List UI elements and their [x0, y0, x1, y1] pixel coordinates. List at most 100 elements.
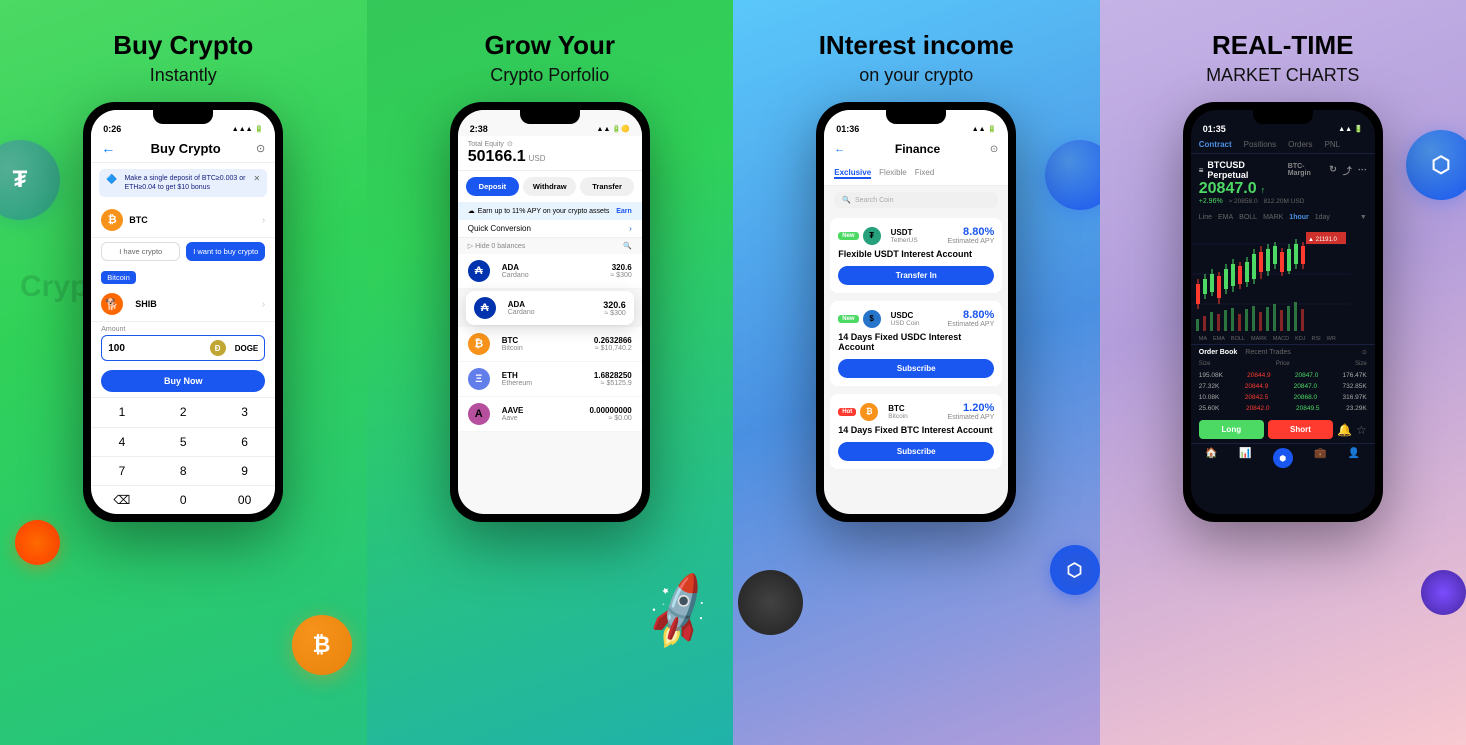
usdc-subscribe-btn[interactable]: Subscribe — [838, 359, 994, 378]
order-row-1: 195.08K 20844.9 20847.0 176.47K — [1191, 370, 1375, 381]
quick-conv-arrow[interactable]: › — [629, 224, 632, 233]
key-backspace[interactable]: ⌫ — [91, 485, 152, 514]
ob-tab-trades[interactable]: Recent Trades — [1245, 349, 1291, 356]
tf-ema[interactable]: EMA — [1218, 214, 1233, 221]
ada-popup-icon: ₳ — [474, 297, 496, 319]
blue-ball-decoration — [1045, 140, 1100, 210]
key-00[interactable]: 00 — [214, 485, 275, 514]
order-size-2: 27.32K — [1199, 383, 1220, 390]
aave-info: AAVE Aave — [502, 406, 590, 422]
tab-orders[interactable]: Orders — [1288, 140, 1312, 149]
have-crypto-tab[interactable]: I have crypto — [101, 242, 180, 261]
nav-wallet[interactable]: 💼 — [1314, 448, 1326, 468]
key-6[interactable]: 6 — [214, 427, 275, 456]
status-icons-4: ▲▲ 🔋 — [1338, 125, 1363, 133]
buy-sell-tabs: I have crypto I want to buy crypto — [91, 238, 275, 265]
tf-1hour[interactable]: 1hour — [1289, 214, 1308, 221]
nav-trade[interactable]: ⬢ — [1273, 448, 1293, 468]
asset-row-aave: A AAVE Aave 0.00000000 ≈ $0.00 — [458, 397, 642, 432]
usdt-interest-card: New ₮ USDT TetherUS 8.80% Estimated APY … — [830, 218, 1002, 293]
key-0[interactable]: 0 — [153, 485, 214, 514]
nav-home[interactable]: 🏠 — [1205, 448, 1217, 468]
order-ask-1: 20847.0 — [1295, 372, 1319, 379]
tab-flexible[interactable]: Flexible — [879, 168, 907, 179]
key-4[interactable]: 4 — [91, 427, 152, 456]
search-icon[interactable]: 🔍 — [623, 242, 632, 250]
usdc-rate-col: 8.80% Estimated APY — [948, 309, 995, 328]
tf-mark[interactable]: MARK — [1263, 214, 1283, 221]
amount-input[interactable]: 100 Ð DOGE — [101, 335, 265, 361]
btc-row[interactable]: ₿ BTC › — [91, 203, 275, 238]
usdt-transfer-btn[interactable]: Transfer In — [838, 266, 994, 285]
tab-exclusive[interactable]: Exclusive — [834, 168, 871, 179]
asset-list: ₳ ADA Cardano 320.6 ≈ $300 ₳ — [458, 254, 642, 514]
long-short-buttons: Long Short 🔔 ☆ — [1191, 416, 1375, 443]
ob-tab-book[interactable]: Order Book — [1199, 349, 1238, 356]
settings-icon-1[interactable]: ⊙ — [256, 142, 265, 155]
aave-val: ≈ $0.00 — [589, 415, 631, 422]
col-price: Price — [1276, 361, 1290, 367]
ob-settings[interactable]: ⊙ — [1362, 349, 1367, 356]
tab-fixed[interactable]: Fixed — [915, 168, 935, 179]
btc-subscribe-btn[interactable]: Subscribe — [838, 442, 994, 461]
ada-popup-val: ≈ $300 — [603, 310, 626, 317]
more-icon[interactable]: ⋯ — [1358, 164, 1367, 177]
tf-line[interactable]: Line — [1199, 214, 1212, 221]
phone-2: 2:38 ▲▲ 🔋🟡 Total Equity ⊙ 50166.1 USD De… — [450, 102, 650, 522]
alert-icon[interactable]: 🔔 — [1337, 420, 1352, 439]
back-button-1[interactable]: ← — [101, 140, 115, 156]
key-3[interactable]: 3 — [214, 397, 275, 426]
usdc-card-header: New $ USDC USD Coin 8.80% Estimated APY — [838, 309, 994, 328]
deposit-button[interactable]: Deposit — [466, 177, 519, 196]
key-9[interactable]: 9 — [214, 456, 275, 485]
want-to-buy-tab[interactable]: I want to buy crypto — [186, 242, 265, 261]
earn-link[interactable]: Earn — [616, 208, 632, 215]
key-5[interactable]: 5 — [153, 427, 214, 456]
search-icon-finance: 🔍 — [842, 196, 851, 204]
btc-pair: ≡ BTCUSD Perpetual BTC-Margin ↻ ⤴ ⋯ — [1199, 160, 1367, 180]
ind-wr: WR — [1327, 336, 1336, 342]
order-ask-size-3: 316.97K — [1343, 394, 1367, 401]
share-icon[interactable]: ⤴ — [1343, 164, 1352, 177]
nav-chart[interactable]: 📊 — [1239, 448, 1251, 468]
numpad: 1 2 3 4 5 6 7 8 9 ⌫ 0 00 — [91, 397, 275, 514]
star-icon[interactable]: ☆ — [1356, 420, 1367, 439]
btc-account-name: 14 Days Fixed BTC Interest Account — [838, 425, 994, 435]
key-8[interactable]: 8 — [153, 456, 214, 485]
finance-icon[interactable]: ⊙ — [990, 144, 998, 155]
withdraw-button[interactable]: Withdraw — [523, 177, 576, 196]
key-1[interactable]: 1 — [91, 397, 152, 426]
tf-boll[interactable]: BOLL — [1239, 214, 1257, 221]
tab-contract[interactable]: Contract — [1199, 140, 1232, 149]
screen1-header: ← Buy Crypto ⊙ — [91, 136, 275, 163]
earn-text: Earn up to 11% APY on your crypto assets — [478, 208, 610, 215]
nav-profile[interactable]: 👤 — [1348, 448, 1360, 468]
tab-positions[interactable]: Positions — [1244, 140, 1276, 149]
shib-row[interactable]: 🐕 SHIB › — [91, 287, 275, 322]
tab-pnl[interactable]: PNL — [1325, 140, 1341, 149]
long-button[interactable]: Long — [1199, 420, 1264, 439]
finance-back[interactable]: ← — [834, 143, 845, 155]
ada-popup-container: ₳ ADA Cardano 320.6 ≈ $300 ₳ — [458, 254, 642, 325]
amount-value: 100 — [108, 343, 125, 354]
buy-now-button[interactable]: Buy Now — [101, 370, 265, 392]
transfer-button[interactable]: Transfer — [580, 177, 633, 196]
ada-name: ADA — [502, 263, 611, 272]
refresh-icon[interactable]: ↻ — [1329, 164, 1337, 177]
order-ask-3: 20868.0 — [1294, 394, 1318, 401]
btc-vol: 812.20M USD — [1264, 198, 1305, 205]
ind-kdj: KDJ — [1295, 336, 1305, 342]
ind-rsi: RSI — [1311, 336, 1320, 342]
short-button[interactable]: Short — [1268, 420, 1333, 439]
eth-val: ≈ $5125.9 — [594, 380, 632, 387]
usdt-icon-card: ₮ — [863, 227, 881, 245]
tf-expand[interactable]: ▼ — [1360, 214, 1367, 221]
key-2[interactable]: 2 — [153, 397, 214, 426]
order-size-1: 195.08K — [1199, 372, 1223, 379]
search-coin-bar[interactable]: 🔍 Search Coin — [834, 192, 998, 208]
earn-text-row: ☁ Earn up to 11% APY on your crypto asse… — [468, 207, 610, 215]
key-7[interactable]: 7 — [91, 456, 152, 485]
order-size-3: 10.08K — [1199, 394, 1220, 401]
notice-close-button[interactable]: ✕ — [254, 174, 261, 183]
tf-1day[interactable]: 1day — [1315, 214, 1330, 221]
